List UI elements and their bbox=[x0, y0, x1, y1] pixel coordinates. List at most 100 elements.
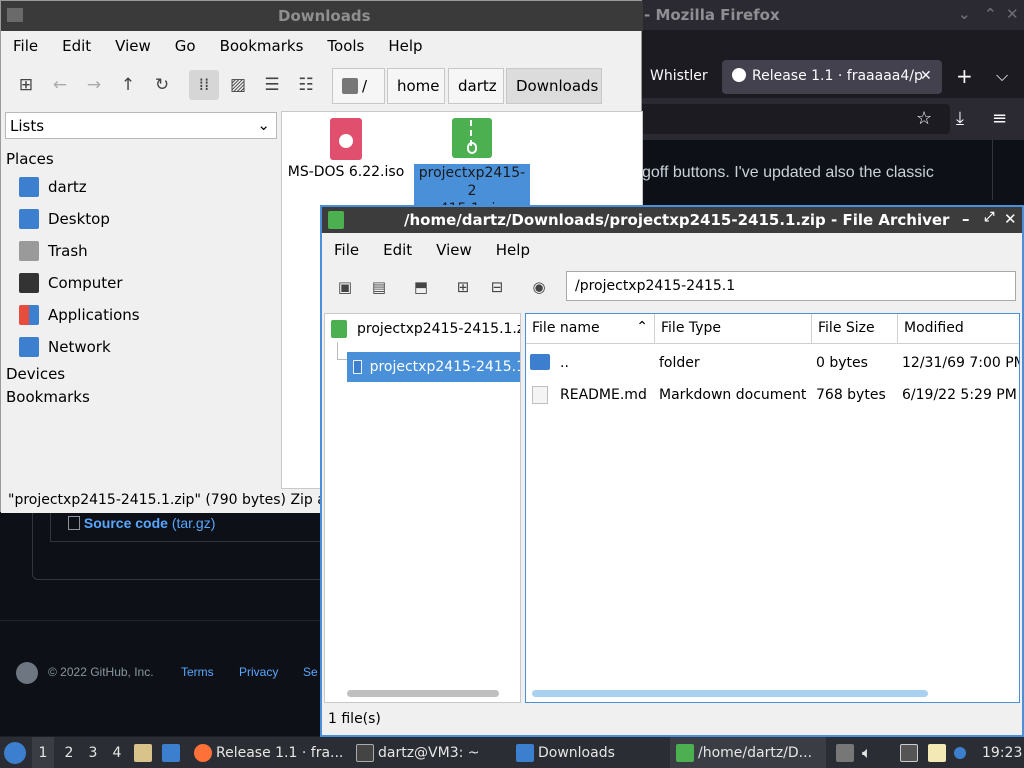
menu-go[interactable]: Go bbox=[163, 37, 208, 55]
thumbnail-view-icon[interactable]: ▨ bbox=[223, 70, 253, 100]
show-desktop-launcher[interactable] bbox=[162, 737, 184, 768]
sidebar-item-computer[interactable]: Computer bbox=[19, 273, 123, 293]
task-downloads[interactable]: Downloads bbox=[516, 737, 666, 768]
list-tabs-icon[interactable]: ⌵ bbox=[996, 66, 1008, 86]
removable-media-tray[interactable] bbox=[836, 737, 858, 768]
up-icon[interactable]: ↑ bbox=[113, 70, 143, 100]
breadcrumb-home[interactable]: home bbox=[387, 68, 445, 104]
new-tab-icon[interactable]: + bbox=[956, 64, 973, 88]
menu-help[interactable]: Help bbox=[484, 241, 542, 259]
add-folder-icon[interactable]: ⊟ bbox=[482, 272, 512, 302]
task-firefox[interactable]: Release 1.1 · fra... bbox=[194, 737, 344, 768]
tab-release[interactable]: Release 1.1 · fraaaaa4/p bbox=[722, 60, 942, 94]
add-files-icon[interactable]: ⊞ bbox=[448, 272, 478, 302]
new-tab-icon[interactable]: ⊞ bbox=[11, 70, 41, 100]
url-bar[interactable]: .1 bbox=[620, 104, 950, 134]
workspace-4[interactable]: 4 bbox=[106, 737, 128, 768]
tree-item-label: projectxp2415-2415.1.zip bbox=[357, 321, 521, 337]
maximize-icon[interactable]: ⤢ bbox=[984, 210, 994, 225]
horizontal-scrollbar[interactable] bbox=[347, 690, 499, 697]
workspace-3[interactable]: 3 bbox=[82, 737, 104, 768]
tree-item-archive[interactable]: projectxp2415-2415.1.zip bbox=[331, 320, 521, 338]
close-icon[interactable]: ✕ bbox=[920, 68, 932, 84]
breadcrumb-label: dartz bbox=[458, 77, 497, 95]
source-code-link[interactable]: Source code (tar.gz) bbox=[68, 515, 215, 531]
sidebar-item-desktop[interactable]: Desktop bbox=[19, 209, 110, 229]
footer-terms-link[interactable]: Terms bbox=[181, 665, 214, 679]
start-menu-icon bbox=[4, 741, 26, 764]
updates-tray[interactable] bbox=[954, 737, 970, 768]
forward-icon[interactable]: → bbox=[79, 70, 109, 100]
reload-icon[interactable]: ↻ bbox=[147, 70, 177, 100]
sidebar-item-dartz[interactable]: dartz bbox=[19, 177, 87, 197]
menu-view[interactable]: View bbox=[424, 241, 484, 259]
clipboard-tray[interactable] bbox=[928, 737, 950, 768]
workspace-1[interactable]: 1 bbox=[32, 737, 54, 768]
menu-edit[interactable]: Edit bbox=[371, 241, 424, 259]
footer-security-link[interactable]: Se bbox=[303, 665, 318, 679]
detailed-view-icon[interactable]: ☷ bbox=[291, 70, 321, 100]
close-icon[interactable]: ✕ bbox=[1006, 5, 1019, 23]
sidebar-item-applications[interactable]: Applications bbox=[19, 305, 140, 325]
menu-tools[interactable]: Tools bbox=[315, 37, 376, 55]
archive-path-field[interactable]: /projectxp2415-2415.1 bbox=[566, 271, 1016, 301]
cell-type: Markdown document bbox=[659, 387, 807, 403]
table-row[interactable]: .. folder 0 bytes 12/31/69 7:00 PM bbox=[526, 348, 1020, 378]
bookmarks-header[interactable]: Bookmarks bbox=[6, 388, 90, 406]
close-icon[interactable]: ✕ bbox=[1004, 210, 1017, 228]
table-row[interactable]: README.md Markdown document 768 bytes 6/… bbox=[526, 380, 1019, 410]
footer-privacy-link[interactable]: Privacy bbox=[239, 665, 278, 679]
menu-edit[interactable]: Edit bbox=[50, 37, 103, 55]
back-icon[interactable]: ← bbox=[45, 70, 75, 100]
column-header-name[interactable]: File name ⌃ bbox=[526, 314, 655, 344]
column-header-modified[interactable]: Modified bbox=[898, 314, 1019, 344]
bookmark-star-icon[interactable]: ☆ bbox=[916, 108, 932, 129]
stop-icon[interactable]: ◉ bbox=[524, 272, 554, 302]
minimize-icon[interactable]: ⌄ bbox=[958, 5, 971, 23]
archiver-window: /home/dartz/Downloads/projectxp2415-2415… bbox=[320, 205, 1024, 737]
column-label: File Size bbox=[818, 320, 875, 336]
cell-modified: 12/31/69 7:00 PM bbox=[902, 355, 1020, 371]
clock[interactable]: 19:23 bbox=[982, 737, 1022, 768]
menu-file[interactable]: File bbox=[322, 241, 371, 259]
file-item-zip[interactable]: projectxp2415-2 415.1.zip bbox=[414, 118, 530, 218]
column-header-size[interactable]: File Size bbox=[812, 314, 898, 344]
menu-bookmarks[interactable]: Bookmarks bbox=[208, 37, 316, 55]
tree-item-folder[interactable]: projectxp2415-2415.1 bbox=[347, 352, 520, 382]
column-header-type[interactable]: File Type bbox=[655, 314, 812, 344]
start-menu-button[interactable] bbox=[4, 737, 26, 768]
network-tray[interactable] bbox=[900, 737, 922, 768]
menu-view[interactable]: View bbox=[103, 37, 163, 55]
sidebar-item-trash[interactable]: Trash bbox=[19, 241, 88, 261]
volume-tray[interactable]: 🔈︎ bbox=[862, 737, 872, 768]
file-item-iso[interactable]: MS-DOS 6.22.iso bbox=[286, 118, 406, 180]
breadcrumb-downloads[interactable]: Downloads bbox=[506, 68, 602, 104]
disc-image-icon bbox=[330, 118, 362, 160]
folder-icon bbox=[353, 360, 362, 374]
maximize-icon[interactable]: ⌃ bbox=[984, 5, 997, 23]
workspace-2[interactable]: 2 bbox=[58, 737, 80, 768]
breadcrumb-root[interactable]: / bbox=[332, 68, 385, 104]
breadcrumb-dartz[interactable]: dartz bbox=[448, 68, 504, 104]
minimize-icon[interactable]: – bbox=[962, 210, 970, 228]
menu-icon[interactable]: ≡ bbox=[992, 108, 1007, 129]
menu-help[interactable]: Help bbox=[376, 37, 434, 55]
devices-header[interactable]: Devices bbox=[6, 365, 65, 383]
compact-view-icon[interactable]: ☰ bbox=[257, 70, 287, 100]
tab-whistler[interactable]: Whistler ✕ bbox=[640, 60, 718, 94]
sidebar-item-label: Desktop bbox=[48, 210, 110, 228]
open-archive-icon[interactable]: ▤ bbox=[364, 272, 394, 302]
task-archiver[interactable]: /home/dartz/D... bbox=[670, 737, 826, 768]
side-pane-mode-select[interactable]: Lists ⌄ bbox=[5, 112, 277, 139]
task-terminal[interactable]: dartz@VM3: ~ bbox=[356, 737, 506, 768]
icon-view-icon[interactable]: ⁞⁞ bbox=[189, 70, 219, 100]
sidebar-item-label: dartz bbox=[48, 178, 87, 196]
file-manager-launcher[interactable] bbox=[134, 737, 156, 768]
downloads-icon[interactable]: ⤓ bbox=[956, 108, 964, 129]
horizontal-scrollbar[interactable] bbox=[532, 690, 928, 697]
menu-file[interactable]: File bbox=[1, 37, 50, 55]
extract-icon[interactable]: ⬒ bbox=[406, 272, 436, 302]
new-archive-icon[interactable]: ▣ bbox=[330, 272, 360, 302]
archiver-titlebar: /home/dartz/Downloads/projectxp2415-2415… bbox=[322, 207, 1022, 233]
sidebar-item-network[interactable]: Network bbox=[19, 337, 111, 357]
